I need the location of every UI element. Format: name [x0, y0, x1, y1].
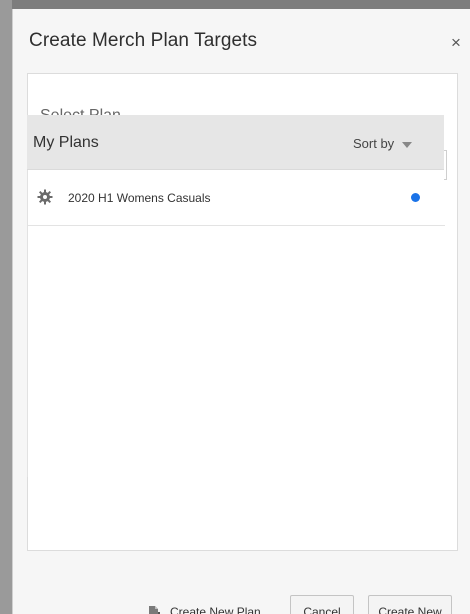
gear-icon [37, 189, 53, 205]
plans-list: 2020 H1 Womens Casuals [27, 170, 445, 477]
selected-indicator-dot [411, 193, 420, 202]
background-top-strip [0, 0, 470, 9]
dialog-title: Create Merch Plan Targets [29, 30, 258, 51]
create-merch-plan-targets-dialog: Create Merch Plan Targets × Select Plan … [12, 9, 470, 614]
my-plans-header: My Plans Sort by [27, 115, 444, 170]
add-document-icon [149, 605, 162, 614]
create-new-button[interactable]: Create New [368, 595, 452, 614]
sort-by-dropdown[interactable]: Sort by [353, 136, 413, 151]
cancel-button[interactable]: Cancel [290, 595, 354, 614]
background-left-strip [0, 0, 12, 614]
create-new-plan-label: Create New Plan [170, 605, 261, 614]
close-icon[interactable]: × [451, 34, 461, 51]
list-item[interactable]: 2020 H1 Womens Casuals [28, 170, 445, 226]
dialog-header: Create Merch Plan Targets × [13, 9, 470, 71]
sort-by-label: Sort by [353, 136, 395, 151]
my-plans-label: My Plans [33, 134, 99, 151]
create-new-plan-button[interactable]: Create New Plan [147, 596, 261, 614]
caret-down-icon [402, 141, 413, 148]
plan-name: 2020 H1 Womens Casuals [68, 191, 211, 205]
